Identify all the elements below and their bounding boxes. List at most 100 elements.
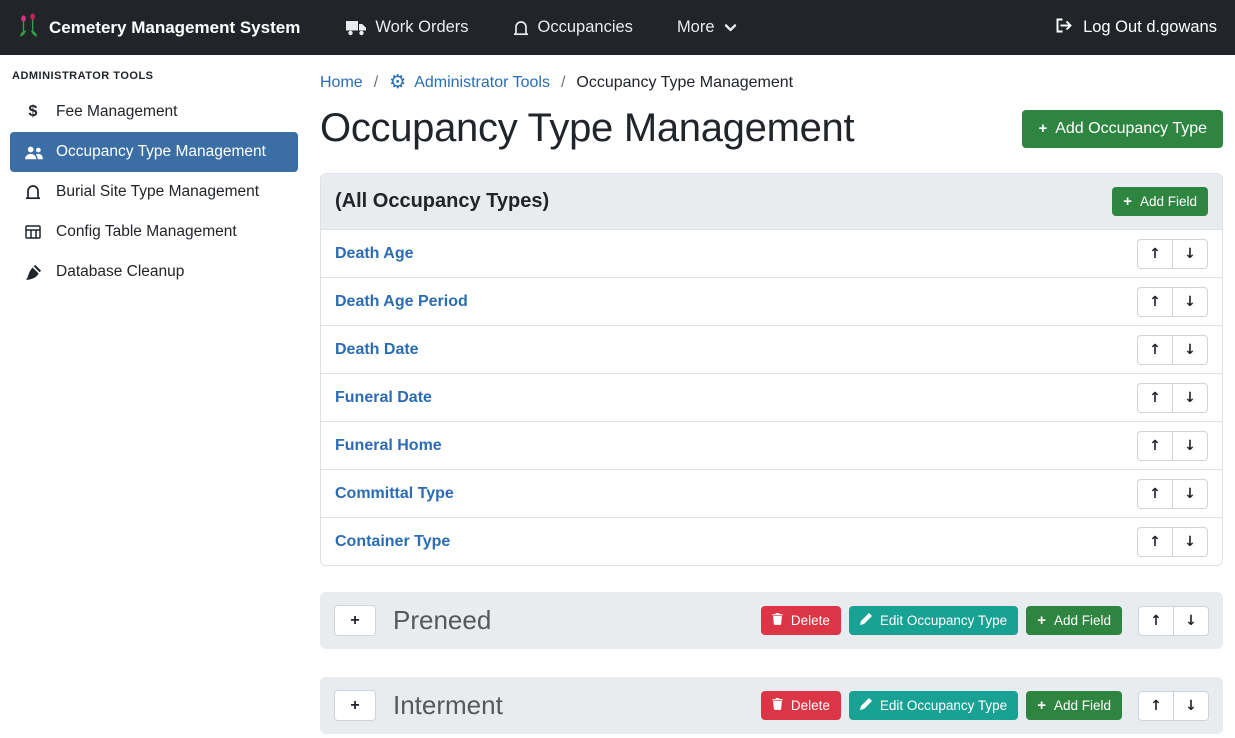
gear-icon: ⚙ [389, 73, 406, 92]
all-occupancy-types-card: (All Occupancy Types) + Add Field Death … [320, 173, 1223, 566]
reorder-controls: ↑ ↓ [1137, 383, 1208, 413]
truck-icon [346, 20, 366, 36]
top-navbar: Cemetery Management System Work Orders [0, 0, 1235, 55]
card-header: (All Occupancy Types) + Add Field [321, 174, 1222, 229]
reorder-controls: ↑ ↓ [1137, 335, 1208, 365]
move-down-button[interactable]: ↓ [1172, 479, 1208, 509]
broom-icon [23, 264, 43, 280]
sidebar-item-config-table-management[interactable]: Config Table Management [10, 212, 298, 252]
logout-icon [1055, 17, 1074, 39]
dollar-icon: $ [23, 103, 43, 121]
card-title: (All Occupancy Types) [335, 190, 549, 213]
reorder-controls: ↑ ↓ [1137, 287, 1208, 317]
sidebar-heading: ADMINISTRATOR TOOLS [0, 61, 308, 92]
move-up-button[interactable]: ↑ [1137, 287, 1173, 317]
reorder-controls: ↑ ↓ [1137, 527, 1208, 557]
move-down-button[interactable]: ↓ [1172, 383, 1208, 413]
move-down-button[interactable]: ↓ [1172, 431, 1208, 461]
app-title: Cemetery Management System [49, 18, 300, 38]
plus-icon: + [1038, 121, 1047, 136]
nav-work-orders[interactable]: Work Orders [346, 18, 468, 37]
add-field-button[interactable]: + Add Field [1112, 187, 1208, 216]
field-row: Death Age ↑ ↓ [321, 229, 1222, 277]
table-icon [23, 225, 43, 239]
tombstone-icon [23, 184, 43, 200]
sidebar-item-database-cleanup[interactable]: Database Cleanup [10, 252, 298, 292]
expand-button[interactable]: + [334, 605, 376, 636]
logout-link[interactable]: Log Out d.gowans [1055, 17, 1217, 39]
move-up-button[interactable]: ↑ [1137, 431, 1173, 461]
move-up-button[interactable]: ↑ [1137, 383, 1173, 413]
breadcrumb-current: Occupancy Type Management [576, 74, 793, 92]
field-row: Container Type ↑ ↓ [321, 517, 1222, 565]
breadcrumb-administrator-tools[interactable]: ⚙ Administrator Tools [389, 73, 550, 92]
field-link-death-age[interactable]: Death Age [335, 245, 414, 263]
expand-button[interactable]: + [334, 690, 376, 721]
field-row: Funeral Date ↑ ↓ [321, 373, 1222, 421]
tombstone-icon [513, 20, 529, 36]
users-icon [23, 145, 43, 160]
trash-icon [772, 613, 783, 628]
field-link-death-age-period[interactable]: Death Age Period [335, 293, 468, 311]
nav-more[interactable]: More [677, 18, 737, 37]
field-link-funeral-home[interactable]: Funeral Home [335, 437, 442, 455]
sidebar: ADMINISTRATOR TOOLS $ Fee Management Occ… [0, 55, 308, 738]
pencil-icon [860, 613, 872, 628]
section-preneed: + Preneed Delete [320, 592, 1223, 649]
field-link-container-type[interactable]: Container Type [335, 533, 450, 551]
move-up-button[interactable]: ↑ [1137, 479, 1173, 509]
edit-occupancy-type-button[interactable]: Edit Occupancy Type [849, 691, 1018, 720]
section-title: Preneed [393, 605, 491, 636]
section-actions: Delete Edit Occupancy Type + Add Field ↑ [761, 606, 1209, 636]
breadcrumb-separator: / [374, 74, 378, 92]
plus-icon: + [1037, 613, 1046, 628]
move-down-button[interactable]: ↓ [1172, 239, 1208, 269]
reorder-controls: ↑ ↓ [1138, 606, 1209, 636]
add-field-button[interactable]: + Add Field [1026, 691, 1122, 720]
field-row: Death Date ↑ ↓ [321, 325, 1222, 373]
move-down-button[interactable]: ↓ [1173, 691, 1209, 721]
delete-button[interactable]: Delete [761, 691, 841, 720]
move-down-button[interactable]: ↓ [1172, 335, 1208, 365]
flower-logo-icon [18, 12, 40, 44]
field-row: Death Age Period ↑ ↓ [321, 277, 1222, 325]
move-up-button[interactable]: ↑ [1137, 239, 1173, 269]
reorder-controls: ↑ ↓ [1138, 691, 1209, 721]
pencil-icon [860, 698, 872, 713]
sidebar-item-burial-site-type-management[interactable]: Burial Site Type Management [10, 172, 298, 212]
field-link-funeral-date[interactable]: Funeral Date [335, 389, 432, 407]
plus-icon: + [1123, 194, 1132, 209]
sidebar-item-fee-management[interactable]: $ Fee Management [10, 92, 298, 132]
field-link-committal-type[interactable]: Committal Type [335, 485, 454, 503]
add-occupancy-type-button[interactable]: + Add Occupancy Type [1022, 110, 1223, 148]
add-field-button[interactable]: + Add Field [1026, 606, 1122, 635]
field-link-death-date[interactable]: Death Date [335, 341, 419, 359]
main-content: Home / ⚙ Administrator Tools / Occupancy… [308, 55, 1235, 738]
reorder-controls: ↑ ↓ [1137, 239, 1208, 269]
breadcrumb-separator: / [561, 74, 565, 92]
reorder-controls: ↑ ↓ [1137, 479, 1208, 509]
section-interment: + Interment Delete [320, 677, 1223, 734]
move-down-button[interactable]: ↓ [1172, 287, 1208, 317]
field-row: Funeral Home ↑ ↓ [321, 421, 1222, 469]
move-up-button[interactable]: ↑ [1137, 335, 1173, 365]
chevron-down-icon [724, 21, 737, 34]
move-down-button[interactable]: ↓ [1173, 606, 1209, 636]
trash-icon [772, 698, 783, 713]
move-up-button[interactable]: ↑ [1138, 606, 1174, 636]
main-nav: Work Orders Occupancies More [346, 18, 736, 37]
move-down-button[interactable]: ↓ [1172, 527, 1208, 557]
field-row: Committal Type ↑ ↓ [321, 469, 1222, 517]
move-up-button[interactable]: ↑ [1138, 691, 1174, 721]
breadcrumb-home[interactable]: Home [320, 74, 363, 92]
move-up-button[interactable]: ↑ [1137, 527, 1173, 557]
reorder-controls: ↑ ↓ [1137, 431, 1208, 461]
nav-occupancies[interactable]: Occupancies [513, 18, 633, 37]
plus-icon: + [1037, 698, 1046, 713]
delete-button[interactable]: Delete [761, 606, 841, 635]
edit-occupancy-type-button[interactable]: Edit Occupancy Type [849, 606, 1018, 635]
section-title: Interment [393, 690, 503, 721]
sidebar-item-occupancy-type-management[interactable]: Occupancy Type Management [10, 132, 298, 172]
app-brand[interactable]: Cemetery Management System [18, 12, 300, 44]
page-title: Occupancy Type Management [320, 106, 854, 151]
